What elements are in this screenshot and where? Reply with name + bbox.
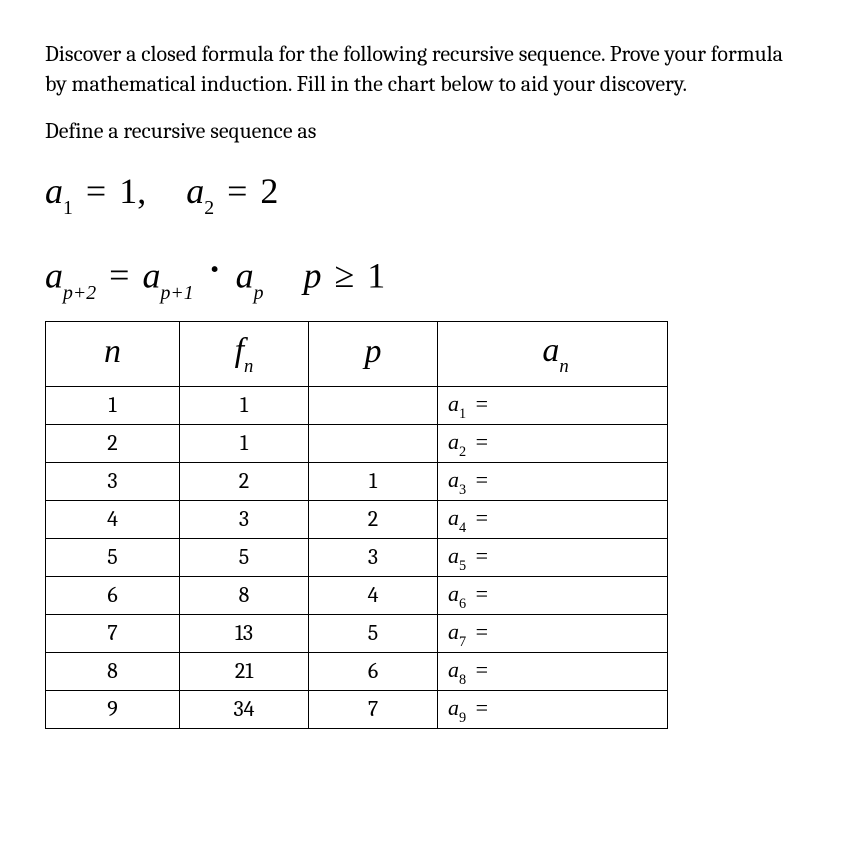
sub-p2: p+2 (63, 282, 96, 304)
cell-n: 2 (46, 425, 180, 463)
sub-p: p (254, 282, 264, 304)
recurrence-relation: ap+2 = ap+1 · ap p ≥ 1 (45, 245, 805, 303)
cell-fn: 21 (180, 653, 309, 691)
cell-an: a9 = (438, 691, 668, 729)
header-n: n (46, 322, 180, 387)
var-a-lhs: a (45, 255, 63, 295)
table-row: 321a3 = (46, 463, 668, 501)
header-fn: fn (180, 322, 309, 387)
header-an-sub: n (559, 356, 568, 377)
table-header-row: n fn p an (46, 322, 668, 387)
equals-1: = (82, 171, 110, 211)
cell-an: a1 = (438, 387, 668, 425)
var-a-rhs1: a (142, 255, 160, 295)
cell-p: 3 (309, 539, 438, 577)
cell-an: a8 = (438, 653, 668, 691)
table-row: 432a4 = (46, 501, 668, 539)
comma: , (137, 171, 146, 211)
table-row: 684a6 = (46, 577, 668, 615)
table-row: 553a5 = (46, 539, 668, 577)
cell-fn: 5 (180, 539, 309, 577)
header-fn-sub: n (244, 356, 253, 377)
cell-p: 6 (309, 653, 438, 691)
table-row: 8216a8 = (46, 653, 668, 691)
var-a: a (45, 171, 63, 211)
cond-op: ≥ (331, 255, 359, 295)
cell-p: 4 (309, 577, 438, 615)
header-an: an (438, 322, 668, 387)
problem-statement: Discover a closed formula for the follow… (45, 40, 805, 99)
multiply-dot: · (203, 249, 227, 289)
header-an-a: a (542, 332, 559, 369)
value-1: 1 (119, 171, 137, 211)
cell-p: 1 (309, 463, 438, 501)
value-2: 2 (260, 171, 278, 211)
cell-n: 7 (46, 615, 180, 653)
cell-an: a7 = (438, 615, 668, 653)
var-a2: a (186, 171, 204, 211)
cell-an: a5 = (438, 539, 668, 577)
equals-2: = (223, 171, 251, 211)
cell-p: 5 (309, 615, 438, 653)
cell-n: 4 (46, 501, 180, 539)
cell-n: 6 (46, 577, 180, 615)
cell-n: 5 (46, 539, 180, 577)
sequence-table: n fn p an 11a1 =21a2 =321a3 =432a4 =553a… (45, 321, 668, 729)
cell-fn: 1 (180, 425, 309, 463)
cell-p: 7 (309, 691, 438, 729)
cell-fn: 13 (180, 615, 309, 653)
header-p: p (309, 322, 438, 387)
cell-p (309, 387, 438, 425)
cell-fn: 3 (180, 501, 309, 539)
initial-conditions: a1 = 1, a2 = 2 (45, 167, 805, 219)
cell-an: a3 = (438, 463, 668, 501)
cell-fn: 34 (180, 691, 309, 729)
cell-n: 9 (46, 691, 180, 729)
cell-an: a6 = (438, 577, 668, 615)
equals: = (105, 255, 133, 295)
cell-n: 3 (46, 463, 180, 501)
table-body: 11a1 =21a2 =321a3 =432a4 =553a5 =684a6 =… (46, 387, 668, 729)
cell-fn: 2 (180, 463, 309, 501)
cond-val: 1 (367, 255, 385, 295)
cell-p: 2 (309, 501, 438, 539)
table-row: 21 a2 = (46, 425, 668, 463)
table-row: 7135a7 = (46, 615, 668, 653)
table-row: 9347a9 = (46, 691, 668, 729)
sub-2: 2 (204, 197, 214, 219)
sub-1: 1 (63, 197, 73, 219)
header-fn-f: f (235, 332, 244, 369)
sub-p1: p+1 (160, 282, 193, 304)
var-a-rhs2: a (236, 255, 254, 295)
table-row: 11 a1 = (46, 387, 668, 425)
cell-p (309, 425, 438, 463)
cond-var: p (304, 255, 322, 295)
definition-intro: Define a recursive sequence as (45, 117, 805, 147)
cell-n: 1 (46, 387, 180, 425)
cell-n: 8 (46, 653, 180, 691)
cell-an: a4 = (438, 501, 668, 539)
cell-fn: 8 (180, 577, 309, 615)
cell-fn: 1 (180, 387, 309, 425)
cell-an: a2 = (438, 425, 668, 463)
